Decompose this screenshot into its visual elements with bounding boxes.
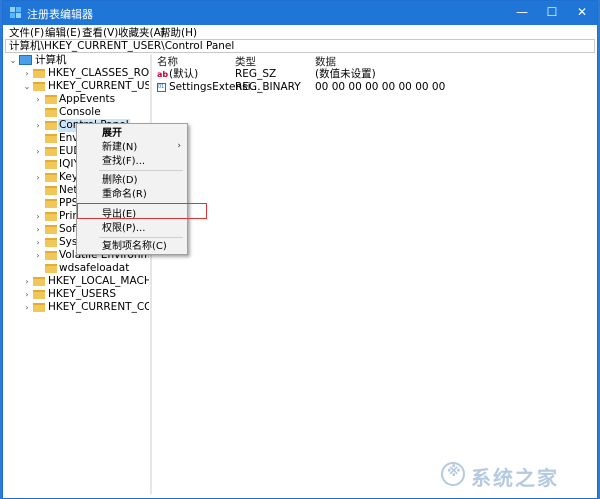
regedit-window: 注册表编辑器 — ☐ ✕ 文件(F) 编辑(E) 查看(V) 收藏夹(A) 帮助… bbox=[2, 0, 598, 499]
folder-icon bbox=[33, 69, 45, 78]
folder-icon bbox=[45, 264, 57, 273]
folder-icon bbox=[45, 186, 57, 195]
menu-file[interactable]: 文件(F) bbox=[9, 25, 44, 40]
menu-item-delete[interactable]: 删除(D) bbox=[102, 174, 138, 187]
folder-icon bbox=[33, 303, 45, 312]
folder-icon bbox=[45, 212, 57, 221]
tree-node-hku[interactable]: › HKEY_USERS bbox=[5, 288, 149, 301]
expand-arrow-icon[interactable]: › bbox=[23, 275, 31, 288]
folder-icon bbox=[45, 238, 57, 247]
tree-label: Console bbox=[59, 106, 101, 118]
folder-open-icon bbox=[33, 82, 45, 91]
folder-icon bbox=[45, 225, 57, 234]
pane-splitter[interactable] bbox=[150, 54, 152, 494]
minimize-button[interactable]: — bbox=[507, 1, 537, 25]
column-header-type[interactable]: 类型 bbox=[235, 54, 256, 69]
column-header-name[interactable]: 名称 bbox=[157, 54, 178, 69]
folder-icon bbox=[45, 173, 57, 182]
tree-label: wdsafeloadat bbox=[59, 262, 130, 274]
tree-label: HKEY_LOCAL_MACHINE bbox=[48, 275, 149, 287]
menu-item-permissions[interactable]: 权限(P)... bbox=[102, 222, 145, 235]
menu-view[interactable]: 查看(V) bbox=[82, 25, 118, 40]
expand-arrow-icon[interactable]: › bbox=[23, 301, 31, 314]
string-value-icon: ab bbox=[157, 70, 169, 79]
expand-arrow-icon[interactable]: › bbox=[34, 171, 42, 184]
watermark-text: 系统之家 bbox=[471, 466, 559, 490]
menu-favorites[interactable]: 收藏夹(A) bbox=[118, 25, 165, 40]
address-bar[interactable]: 计算机\HKEY_CURRENT_USER\Control Panel bbox=[5, 39, 595, 53]
menu-item-new[interactable]: 新建(N) bbox=[102, 141, 137, 154]
folder-icon bbox=[45, 147, 57, 156]
expand-arrow-icon[interactable]: › bbox=[23, 288, 31, 301]
value-type: REG_SZ bbox=[235, 68, 277, 80]
tree-label: 计算机 bbox=[35, 54, 67, 66]
registry-tree: ⌄ 计算机 › HKEY_CLASSES_ROOT ⌄ HKEY_CURRENT… bbox=[5, 54, 149, 494]
value-row[interactable]: 01 SettingsExtensi... REG_BINARY 00 00 0… bbox=[153, 81, 593, 94]
folder-icon bbox=[45, 160, 57, 169]
collapse-arrow-icon[interactable]: ⌄ bbox=[9, 54, 17, 67]
column-header-data[interactable]: 数据 bbox=[315, 54, 336, 69]
folder-icon bbox=[45, 199, 57, 208]
context-menu: 展开 新建(N) › 查找(F)... 删除(D) 重命名(R) 导出(E) 权… bbox=[76, 123, 188, 255]
menu-item-rename[interactable]: 重命名(R) bbox=[102, 188, 147, 201]
expand-arrow-icon[interactable]: › bbox=[34, 93, 42, 106]
tree-label: HKEY_CURRENT_USER bbox=[48, 80, 149, 92]
expand-arrow-icon[interactable]: › bbox=[34, 236, 42, 249]
menu-item-expand[interactable]: 展开 bbox=[102, 127, 122, 140]
expand-arrow-icon[interactable]: › bbox=[34, 145, 42, 158]
collapse-arrow-icon[interactable]: ⌄ bbox=[23, 80, 31, 93]
menu-help[interactable]: 帮助(H) bbox=[160, 25, 197, 40]
tree-label: HKEY_CURRENT_CONFIG bbox=[48, 301, 149, 313]
values-list: 名称 类型 数据 ab (默认) REG_SZ (数值未设置) 01 Setti… bbox=[153, 54, 595, 494]
maximize-button[interactable]: ☐ bbox=[537, 1, 567, 25]
tree-node-computer[interactable]: ⌄ 计算机 bbox=[5, 54, 149, 67]
tree-node-console[interactable]: Console bbox=[5, 106, 149, 119]
folder-icon bbox=[45, 134, 57, 143]
export-highlight-box bbox=[77, 203, 207, 219]
value-data: (数值未设置) bbox=[315, 68, 376, 80]
expand-arrow-icon[interactable]: › bbox=[34, 223, 42, 236]
expand-arrow-icon[interactable]: › bbox=[23, 67, 31, 80]
value-row[interactable]: ab (默认) REG_SZ (数值未设置) bbox=[153, 68, 593, 81]
menu-edit[interactable]: 编辑(E) bbox=[45, 25, 81, 40]
computer-icon bbox=[19, 55, 32, 65]
value-data: 00 00 00 00 00 00 00 00 bbox=[315, 81, 446, 93]
site-watermark: ※ 系统之家 bbox=[441, 460, 591, 490]
watermark-icon-glyph: ※ bbox=[447, 464, 461, 480]
submenu-arrow-icon: › bbox=[177, 141, 181, 151]
tree-label: AppEvents bbox=[59, 93, 116, 105]
value-name: (默认) bbox=[169, 68, 199, 80]
menu-separator bbox=[99, 170, 183, 171]
window-title: 注册表编辑器 bbox=[27, 8, 93, 21]
close-button[interactable]: ✕ bbox=[567, 1, 597, 25]
menu-separator bbox=[99, 237, 183, 238]
expand-arrow-icon[interactable]: › bbox=[34, 210, 42, 223]
folder-icon bbox=[45, 251, 57, 260]
title-bar[interactable]: 注册表编辑器 — ☐ ✕ bbox=[3, 1, 597, 25]
menu-bar: 文件(F) 编辑(E) 查看(V) 收藏夹(A) 帮助(H) bbox=[3, 25, 597, 39]
menu-item-find[interactable]: 查找(F)... bbox=[102, 155, 145, 168]
tree-label: HKEY_CLASSES_ROOT bbox=[48, 67, 149, 79]
value-type: REG_BINARY bbox=[235, 81, 301, 93]
folder-icon bbox=[45, 108, 57, 117]
menu-item-copy-key-name[interactable]: 复制项名称(C) bbox=[102, 240, 167, 253]
tree-node-wdsafeloadat[interactable]: wdsafeloadat bbox=[5, 262, 149, 275]
binary-value-icon: 01 bbox=[157, 83, 166, 92]
folder-icon bbox=[45, 95, 57, 104]
tree-node-hkcu[interactable]: ⌄ HKEY_CURRENT_USER bbox=[5, 80, 149, 93]
regedit-app-icon bbox=[10, 7, 21, 18]
watermark-logo-icon: ※ bbox=[441, 462, 465, 486]
tree-node-appevents[interactable]: › AppEvents bbox=[5, 93, 149, 106]
tree-node-hkcc[interactable]: › HKEY_CURRENT_CONFIG bbox=[5, 301, 149, 314]
expand-arrow-icon[interactable]: › bbox=[34, 249, 42, 262]
folder-icon bbox=[33, 290, 45, 299]
tree-node-hklm[interactable]: › HKEY_LOCAL_MACHINE bbox=[5, 275, 149, 288]
folder-icon bbox=[33, 277, 45, 286]
folder-icon bbox=[45, 121, 57, 130]
tree-label: HKEY_USERS bbox=[48, 288, 117, 300]
tree-node-hkcr[interactable]: › HKEY_CLASSES_ROOT bbox=[5, 67, 149, 80]
expand-arrow-icon[interactable]: › bbox=[34, 119, 42, 132]
